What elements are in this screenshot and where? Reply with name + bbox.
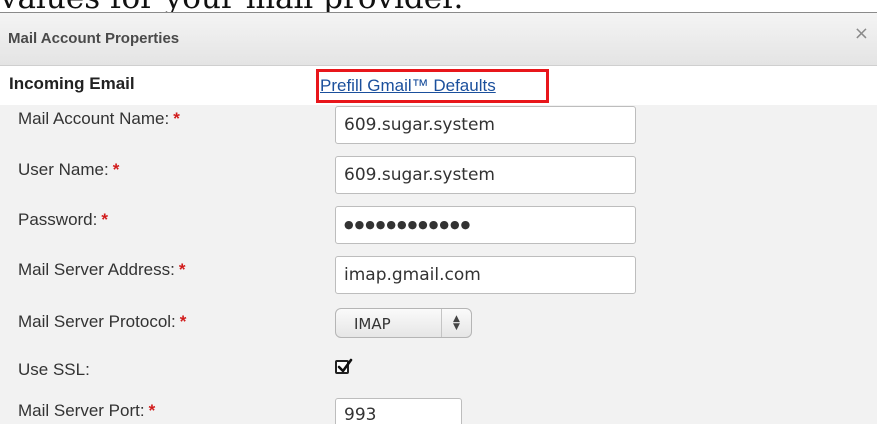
mail-server-protocol-label: Mail Server Protocol: * [18, 312, 186, 332]
mail-server-address-input[interactable]: imap.gmail.com [335, 256, 636, 294]
mail-server-protocol-select[interactable]: IMAP ▲ ▼ [335, 308, 472, 338]
user-name-input[interactable]: 609.sugar.system [335, 156, 636, 194]
mail-account-name-label-text: Mail Account Name: [18, 109, 170, 128]
password-label: Password: * [18, 210, 108, 230]
required-marker: * [148, 401, 156, 420]
use-ssl-checkbox[interactable] [335, 358, 353, 374]
mail-account-properties-dialog: Mail Account Properties × Incoming Email… [0, 12, 877, 424]
page: values for your mail provider. Mail Acco… [0, 0, 877, 424]
close-icon[interactable]: × [854, 25, 869, 43]
use-ssl-label-text: Use SSL: [18, 360, 90, 379]
mail-server-protocol-label-text: Mail Server Protocol: [18, 312, 176, 331]
mail-account-name-label: Mail Account Name: * [18, 109, 180, 129]
mail-server-port-value: 993 [344, 405, 377, 424]
password-masked-value: ●●●●●●●●●●●● [344, 218, 472, 231]
incoming-email-form: Mail Account Name: * 609.sugar.system Use… [0, 105, 877, 424]
required-marker: * [112, 160, 120, 179]
mail-account-name-value: 609.sugar.system [344, 115, 495, 135]
password-label-text: Password: [18, 210, 98, 229]
select-arrows-icon: ▲ ▼ [441, 309, 471, 337]
user-name-value: 609.sugar.system [344, 165, 495, 185]
section-title: Incoming Email [9, 74, 135, 93]
required-marker: * [179, 312, 187, 331]
mail-server-port-input[interactable]: 993 [335, 398, 462, 424]
checkmark-icon [337, 358, 353, 373]
password-input[interactable]: ●●●●●●●●●●●● [335, 206, 636, 244]
mail-server-address-value: imap.gmail.com [344, 265, 481, 285]
user-name-label: User Name: * [18, 160, 119, 180]
user-name-label-text: User Name: [18, 160, 109, 179]
dialog-title: Mail Account Properties [8, 30, 180, 47]
incoming-email-section-header: Incoming Email Prefill Gmail™ Defaults [0, 66, 877, 104]
mail-server-port-label: Mail Server Port: * [18, 401, 155, 421]
required-marker: * [173, 109, 180, 128]
mail-server-port-label-text: Mail Server Port: [18, 401, 145, 420]
required-marker: * [178, 260, 186, 279]
mail-server-address-label: Mail Server Address: * [18, 260, 185, 280]
required-marker: * [101, 210, 108, 229]
mail-account-name-input[interactable]: 609.sugar.system [335, 106, 636, 144]
use-ssl-label: Use SSL: [18, 360, 90, 380]
dialog-header: Mail Account Properties × [0, 13, 877, 66]
mail-server-protocol-value: IMAP [354, 315, 391, 333]
mail-server-address-label-text: Mail Server Address: [18, 260, 175, 279]
prefill-gmail-defaults-link[interactable]: Prefill Gmail™ Defaults [320, 76, 496, 96]
